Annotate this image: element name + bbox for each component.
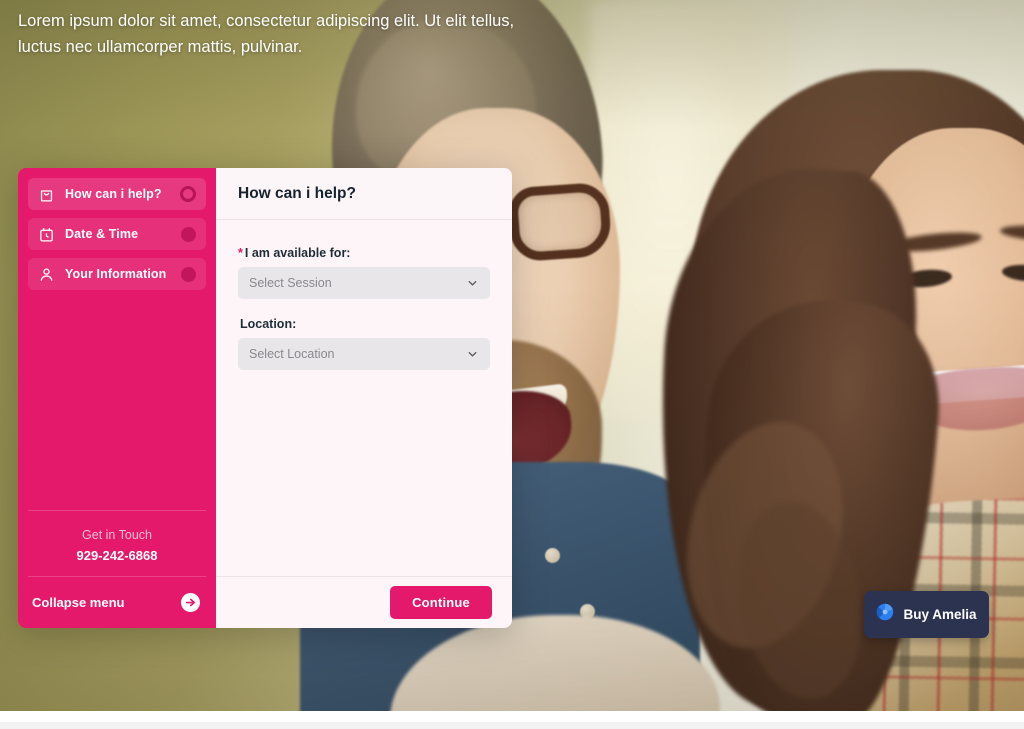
panel-title: How can i help?: [238, 184, 356, 202]
panel-header: How can i help?: [216, 168, 512, 220]
required-asterisk: *: [238, 246, 243, 260]
field-label-text: I am available for:: [244, 246, 351, 260]
contact-phone-number[interactable]: 929-242-6868: [32, 545, 202, 566]
select-location-value: Select Location: [249, 347, 335, 361]
sidebar-step-label: Date & Time: [65, 227, 139, 241]
page-root: Lorem ipsum dolor sit amet, consectetur …: [0, 0, 1024, 729]
sidebar-step-date-and-time[interactable]: Date & Time: [28, 218, 206, 250]
page-white-band: [0, 711, 1024, 722]
select-session-value: Select Session: [249, 276, 332, 290]
amelia-logo-icon: [876, 603, 894, 626]
sidebar-contact-block: Get in Touch 929-242-6868: [28, 510, 206, 576]
booking-sidebar: How can i help? Date & Time Your Informa…: [18, 168, 216, 628]
select-session-dropdown[interactable]: Select Session: [238, 267, 490, 299]
field-session: * I am available for: Select Session: [238, 246, 490, 299]
continue-button[interactable]: Continue: [390, 586, 492, 619]
collapse-menu-button[interactable]: Collapse menu: [28, 576, 206, 628]
select-location-dropdown[interactable]: Select Location: [238, 338, 490, 370]
booking-widget: How can i help? Date & Time Your Informa…: [18, 168, 512, 628]
step-indicator-dot: [181, 266, 196, 282]
step-indicator-dot-active: [180, 186, 196, 202]
collapse-menu-label: Collapse menu: [32, 595, 125, 610]
person-icon: [38, 266, 55, 283]
field-label-session: * I am available for:: [238, 246, 490, 260]
arrow-right-circle-icon: [181, 593, 200, 612]
shopping-bag-icon: [38, 186, 55, 203]
calendar-clock-icon: [38, 226, 55, 243]
chevron-down-icon: [466, 277, 479, 290]
booking-panel: How can i help? * I am available for: Sel…: [216, 168, 512, 628]
page-gray-band: [0, 722, 1024, 729]
field-location: Location: Select Location: [238, 317, 490, 370]
panel-footer: Continue: [216, 576, 512, 628]
chevron-down-icon: [466, 348, 479, 361]
buy-amelia-badge[interactable]: Buy Amelia: [864, 591, 989, 638]
field-label-location: Location:: [238, 317, 490, 331]
field-label-text: Location:: [240, 317, 297, 331]
step-indicator-dot: [181, 226, 196, 242]
contact-label: Get in Touch: [82, 528, 152, 542]
sidebar-step-label: Your Information: [65, 267, 167, 281]
sidebar-step-how-can-i-help[interactable]: How can i help?: [28, 178, 206, 210]
sidebar-step-label: How can i help?: [65, 187, 162, 201]
hero-paragraph: Lorem ipsum dolor sit amet, consectetur …: [18, 12, 515, 56]
sidebar-step-your-information[interactable]: Your Information: [28, 258, 206, 290]
panel-body: * I am available for: Select Session Loca: [216, 220, 512, 576]
buy-amelia-label: Buy Amelia: [903, 607, 977, 622]
